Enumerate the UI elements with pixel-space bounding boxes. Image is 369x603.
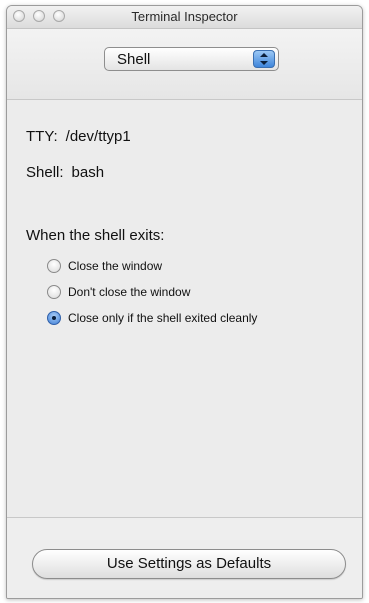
tty-row: TTY: /dev/ttyp1	[26, 128, 131, 145]
shell-label: Shell:	[26, 164, 64, 181]
title-bar: Terminal Inspector	[7, 6, 362, 29]
tty-value: /dev/ttyp1	[65, 128, 131, 145]
tty-label: TTY:	[26, 128, 58, 145]
inspector-pane-popup[interactable]: Shell	[104, 47, 279, 71]
radio-button-icon[interactable]	[47, 285, 61, 299]
shell-exits-heading: When the shell exits:	[26, 227, 165, 244]
inspector-header: Shell	[7, 29, 362, 100]
window-title: Terminal Inspector	[131, 9, 238, 24]
radio-close-if-clean-exit[interactable]: Close only if the shell exited cleanly	[47, 309, 257, 327]
radio-label: Close the window	[68, 259, 163, 273]
radio-label: Close only if the shell exited cleanly	[68, 311, 258, 325]
terminal-inspector-window: Terminal Inspector Shell TTY:/dev/ttyp1 …	[6, 5, 363, 599]
popup-selected-value: Shell	[117, 51, 151, 68]
shell-value: bash	[71, 164, 105, 181]
use-settings-as-defaults-button[interactable]: Use Settings as Defaults	[32, 549, 346, 579]
up-down-stepper-icon	[253, 50, 275, 68]
radio-button-icon[interactable]	[47, 259, 61, 273]
shell-row: Shell: bash	[26, 164, 104, 181]
radio-dont-close-window[interactable]: Don't close the window	[47, 283, 190, 301]
radio-label: Don't close the window	[68, 285, 191, 299]
radio-close-window[interactable]: Close the window	[47, 257, 162, 275]
inspector-footer: Use Settings as Defaults	[7, 517, 362, 598]
radio-button-selected-icon[interactable]	[47, 311, 61, 325]
